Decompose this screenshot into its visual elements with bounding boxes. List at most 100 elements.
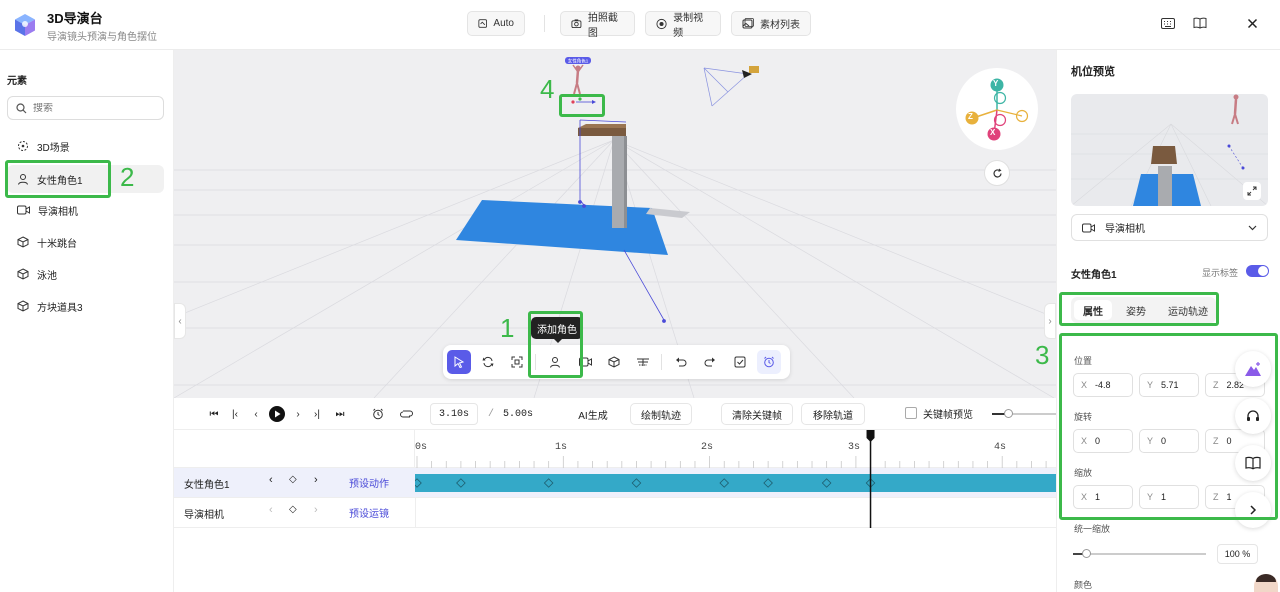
annotation-number-3: 3 <box>1035 340 1050 370</box>
sidebar-item-diving-platform[interactable]: 十米跳台 <box>7 228 164 256</box>
3d-text-icon <box>637 358 649 366</box>
female-character-model[interactable] <box>572 64 584 95</box>
annotation-box-3a <box>1059 292 1219 326</box>
collapse-right-panel[interactable]: › <box>1044 303 1056 339</box>
snapshot-label: 拍照截图 <box>587 12 618 39</box>
ai-generate-button[interactable]: AI生成 <box>567 403 619 425</box>
timer-button[interactable] <box>370 405 386 423</box>
search-input[interactable] <box>33 102 143 114</box>
prev-keyframe-icon[interactable]: ‹ <box>269 504 273 516</box>
record-video-label: 录制视频 <box>673 12 704 39</box>
previous-frame-button[interactable]: |‹ <box>228 405 242 423</box>
scale-tool-button[interactable] <box>505 350 529 374</box>
tower-pillar[interactable] <box>612 136 624 228</box>
draw-track-button[interactable]: 绘制轨迹 <box>630 403 692 425</box>
close-icon[interactable] <box>1243 14 1261 32</box>
pool-object[interactable] <box>456 200 668 255</box>
sidebar-item-block-prop[interactable]: 方块道具3 <box>7 292 164 320</box>
skip-to-end-button[interactable]: ⏭ <box>332 405 348 423</box>
annotation-box-4 <box>559 94 605 117</box>
previous-keyframe-button[interactable]: ‹ <box>249 405 263 423</box>
avatar[interactable] <box>1254 574 1278 592</box>
expand-icon <box>511 356 523 368</box>
skip-to-start-button[interactable]: ⏮ <box>206 405 222 423</box>
rotate-tool-button[interactable] <box>476 350 500 374</box>
next-frame-button[interactable]: ›| <box>310 405 324 423</box>
keyframe-marker[interactable] <box>543 478 554 488</box>
add-object-button[interactable] <box>602 350 626 374</box>
chevron-right-icon: › <box>296 408 300 420</box>
track-row-director-camera[interactable]: 导演相机 ‹ ◇ › 预设运镜 <box>174 498 1056 528</box>
show-label-toggle[interactable] <box>1246 265 1269 277</box>
remove-track-button[interactable]: 移除轨道 <box>801 403 865 425</box>
current-time-field[interactable]: 3.10s <box>430 403 478 425</box>
search-icon <box>16 102 27 113</box>
sidebar-item-pool[interactable]: 泳池 <box>7 260 164 288</box>
undo-button[interactable] <box>669 350 693 374</box>
assets-list-button[interactable]: 素材列表 <box>731 11 811 36</box>
redo-button[interactable] <box>698 350 722 374</box>
keyframe-marker[interactable] <box>631 478 642 488</box>
keyframe-diamond-icon[interactable]: ◇ <box>289 504 297 515</box>
keyframe-preview-checkbox[interactable] <box>905 407 917 419</box>
sidebar-item-director-camera[interactable]: 导演相机 <box>7 196 164 224</box>
uniform-scale-slider[interactable] <box>1073 553 1206 555</box>
zoom-slider-knob[interactable] <box>1004 409 1013 418</box>
reset-view-button[interactable] <box>984 160 1010 186</box>
sidebar-item-label: 导演相机 <box>38 206 78 218</box>
track-row-female-character[interactable]: 女性角色1 ‹ ◇ › 预设动作 <box>174 468 1056 498</box>
rotate-icon <box>482 356 494 368</box>
snapshot-button[interactable]: 拍照截图 <box>560 11 635 39</box>
camera-select[interactable]: 导演相机 <box>1071 214 1268 241</box>
next-keyframe-button[interactable]: › <box>291 405 305 423</box>
camera-preview[interactable] <box>1071 94 1268 206</box>
x-axis-label: X <box>990 128 996 137</box>
keyframe-diamond-icon[interactable]: ◇ <box>289 474 297 485</box>
next-keyframe-icon[interactable]: › <box>314 504 318 516</box>
loop-button[interactable] <box>398 405 414 423</box>
app-subtitle: 导演镜头预演与角色摆位 <box>47 32 157 43</box>
keyframe-marker[interactable] <box>865 478 876 488</box>
play-button[interactable] <box>268 405 286 423</box>
total-time-field[interactable]: 5.00s <box>499 403 537 425</box>
prev-keyframe-icon[interactable]: ‹ <box>269 474 273 486</box>
select-tool-button[interactable] <box>447 350 471 374</box>
app-logo-icon <box>15 14 35 36</box>
camera-body[interactable] <box>749 66 759 73</box>
clear-keyframes-button[interactable]: 清除关键帧 <box>721 403 793 425</box>
camera-frustum[interactable] <box>703 67 749 107</box>
app-window: 3D导演台 导演镜头预演与角色摆位 Auto 拍照截图 录制视频 素材列表 元素… <box>0 0 1280 592</box>
video-camera-icon <box>17 205 30 215</box>
playback-bar: ⏮ |‹ ‹ › ›| ⏭ 3.10s / 5.00s AI生成 绘制轨迹 清除… <box>174 398 1056 430</box>
fullscreen-button[interactable] <box>1243 182 1261 200</box>
preset-action-link[interactable]: 预设动作 <box>349 475 389 490</box>
book-icon[interactable] <box>1191 14 1209 32</box>
keyframe-marker[interactable] <box>456 478 466 488</box>
selected-element-title: 女性角色1 <box>1071 270 1117 281</box>
header-divider <box>544 15 545 32</box>
chevron-left-icon: ‹ <box>178 315 182 327</box>
keyframe-mode-button[interactable] <box>757 350 781 374</box>
keyboard-icon[interactable] <box>1159 14 1177 32</box>
add-3d-text-button[interactable] <box>631 350 655 374</box>
chevron-left-icon: ‹ <box>254 408 258 420</box>
keyframe-marker[interactable] <box>415 478 422 488</box>
platform-top[interactable] <box>578 128 626 136</box>
orientation-gizmo[interactable]: Y Z X <box>956 68 1038 150</box>
uniform-scale-knob[interactable] <box>1082 549 1091 558</box>
search-box[interactable] <box>7 96 164 120</box>
keyframe-marker[interactable] <box>719 478 730 488</box>
record-icon <box>656 18 667 29</box>
record-video-button[interactable]: 录制视频 <box>645 11 721 39</box>
preset-camera-link[interactable]: 预设运镜 <box>349 505 389 520</box>
keyframe-marker[interactable] <box>821 478 832 488</box>
uniform-scale-value[interactable]: 100 % <box>1217 544 1258 564</box>
collapse-left-panel[interactable]: ‹ <box>174 303 186 339</box>
keyframe-marker[interactable] <box>763 478 773 488</box>
sidebar-item-3d-scene[interactable]: 3D场景 <box>7 132 164 160</box>
save-state-button[interactable] <box>728 350 752 374</box>
next-keyframe-icon[interactable]: › <box>314 474 318 486</box>
ruler-ticks <box>416 456 1047 468</box>
time-ruler[interactable]: 0s 1s 2s 3s 4s <box>415 430 1056 468</box>
auto-button[interactable]: Auto <box>467 11 525 36</box>
